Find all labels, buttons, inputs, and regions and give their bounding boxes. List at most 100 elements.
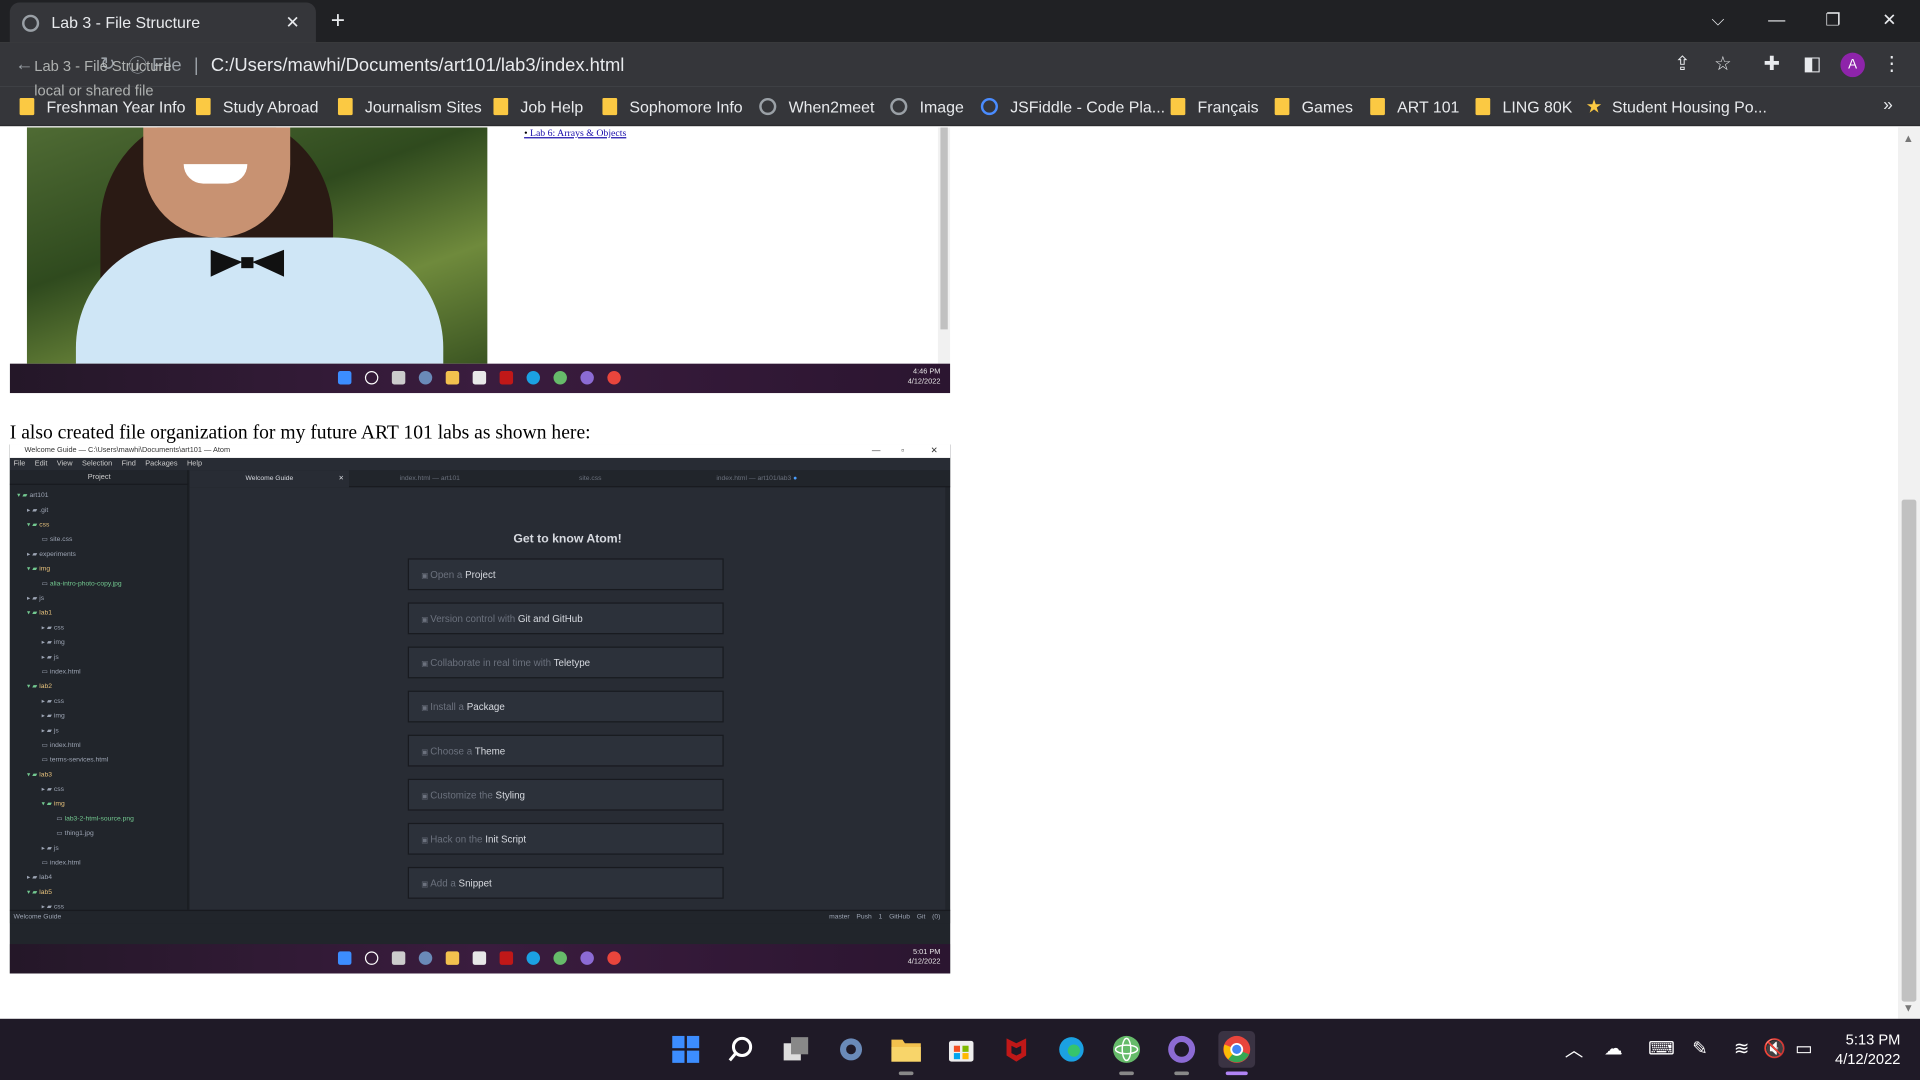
file-explorer-icon[interactable]	[888, 1031, 925, 1076]
atom-welcome-heading: Get to know Atom!	[513, 532, 622, 547]
bookmark-item[interactable]: Job Help	[493, 94, 583, 118]
atom-guide-item: Choose a Theme	[407, 734, 724, 767]
profile-avatar[interactable]: A	[1840, 52, 1865, 78]
atom-tree-item: thing1.jpg	[56, 828, 94, 840]
bookmark-label: JSFiddle - Code Pla...	[1010, 97, 1166, 116]
bookmark-item[interactable]: Français	[1170, 94, 1259, 118]
atom-guide-text: Collaborate in real time with	[430, 657, 554, 669]
bookmark-star-icon[interactable]: ☆	[1711, 53, 1735, 77]
bowtie-icon	[210, 249, 285, 277]
tab-title: Lab 3 - File Structure	[51, 13, 201, 32]
bookmark-item[interactable]: When2meet	[759, 94, 874, 118]
atom-tree-item: terms-services.html	[42, 754, 109, 766]
github-desktop-icon	[580, 951, 594, 965]
mcafee-icon	[499, 371, 514, 385]
bookmark-label: Freshman Year Info	[46, 97, 186, 116]
browser-toolbar: ← ↻ ⓘ File | C:/Users/maw hi/Documents/ar…	[0, 42, 1920, 87]
reload-button[interactable]: ↻	[96, 53, 120, 77]
close-tab-icon[interactable]: ✕	[282, 12, 304, 34]
browser-tab[interactable]: Lab 3 - File Structure ✕	[9, 2, 316, 43]
atom-icon	[553, 951, 567, 965]
bookmark-item[interactable]: ART 101	[1370, 94, 1459, 118]
bookmark-item[interactable]: Study Abroad	[195, 94, 318, 118]
atom-tree-item: img	[42, 798, 65, 810]
folder-icon	[1370, 97, 1385, 116]
minimize-button[interactable]: —	[1749, 0, 1805, 39]
keyboard-icon[interactable]: ⌨	[1648, 1037, 1675, 1059]
mini-clock: 4:46 PM 4/12/2022	[908, 367, 941, 387]
chrome-icon[interactable]	[1218, 1031, 1256, 1076]
mcafee-icon[interactable]	[998, 1031, 1035, 1068]
side-panel-icon[interactable]: ◧	[1800, 53, 1824, 77]
settings-icon[interactable]	[833, 1031, 870, 1068]
atom-menu-selection: Selection	[81, 460, 113, 468]
atom-tree-item: lab1	[27, 607, 52, 619]
github-desktop-icon[interactable]	[1163, 1031, 1200, 1076]
close-window-button[interactable]: ✕	[1861, 0, 1917, 39]
bookmark-item[interactable]: Games	[1274, 94, 1353, 118]
scrollbar-thumb[interactable]	[1901, 499, 1917, 1002]
bookmark-item[interactable]: LING 80K	[1475, 94, 1572, 118]
bookmarks-overflow-icon[interactable]: »	[1883, 94, 1893, 114]
atom-guide-text: Install a	[430, 701, 467, 713]
bookmark-item[interactable]: Journalism Sites	[337, 94, 482, 118]
atom-tree-item: js	[42, 651, 59, 663]
atom-tree-item: lab3	[27, 769, 52, 781]
atom-icon[interactable]	[1108, 1031, 1145, 1076]
edge-icon[interactable]	[1053, 1031, 1090, 1068]
atom-close-icon: ✕	[930, 446, 938, 456]
search-icon[interactable]	[722, 1031, 759, 1068]
microsoft-store-icon[interactable]	[943, 1031, 980, 1068]
atom-tree-item: index.html	[42, 857, 81, 869]
extensions-icon[interactable]: ✚	[1760, 53, 1784, 77]
task-view-icon[interactable]	[778, 1031, 815, 1068]
bookmark-item[interactable]: Sophomore Info	[602, 94, 743, 118]
atom-tree-item: site.css	[42, 534, 72, 546]
bookmark-label: Job Help	[520, 97, 584, 116]
clock-date: 4/12/2022	[1835, 1050, 1901, 1068]
photo-smile	[183, 164, 248, 184]
page-scrollbar[interactable]: ▲ ▼	[1897, 127, 1920, 1019]
bookmark-item[interactable]: Freshman Year Info	[19, 94, 186, 118]
chrome-icon	[607, 951, 621, 965]
scroll-down-arrow-icon[interactable]: ▼	[1903, 1002, 1914, 1014]
restore-button[interactable]: ❐	[1805, 0, 1861, 39]
battery-icon[interactable]: ▭	[1795, 1037, 1812, 1059]
globe-icon	[890, 97, 908, 116]
bookmark-item[interactable]: JSFiddle - Code Pla...	[980, 94, 1166, 118]
lab6-link[interactable]: Lab 6: Arrays & Objects	[524, 127, 626, 138]
address-bar[interactable]: ⓘ File | C:/Users/maw hi/Documents/art101…	[129, 47, 1748, 84]
show-hidden-icons-chevron-icon[interactable]: ︿	[1565, 1037, 1583, 1063]
address-scheme: File	[152, 54, 182, 76]
atom-tab-welcome-guide: Welcome Guide ✕	[189, 470, 349, 488]
mini-date: 4/12/2022	[907, 378, 941, 386]
windows-start-icon	[337, 371, 352, 385]
volume-muted-icon[interactable]: 🔇	[1763, 1037, 1786, 1059]
atom-menu-packages: Packages	[145, 460, 178, 468]
new-tab-button[interactable]: +	[326, 7, 350, 34]
running-indicator	[1225, 1071, 1248, 1076]
task-view-icon	[391, 371, 406, 385]
menu-kebab-icon[interactable]: ⋮	[1880, 53, 1904, 77]
atom-menu-edit: Edit	[34, 460, 48, 468]
atom-tab-index-html: index.html — art101	[350, 470, 509, 487]
site-info-icon[interactable]: ⓘ	[129, 52, 152, 78]
scroll-up-arrow-icon[interactable]: ▲	[1903, 132, 1914, 144]
tab-search-chevron-icon[interactable]: ⌵	[1690, 0, 1746, 39]
atom-tree-item: img	[42, 637, 65, 649]
folder-icon	[337, 97, 353, 116]
onedrive-cloud-icon[interactable]: ☁	[1604, 1037, 1622, 1059]
inner-scrollbar	[937, 127, 951, 364]
wifi-icon[interactable]: ≋	[1734, 1037, 1749, 1059]
taskbar-clock[interactable]: 5:13 PM 4/12/2022	[1820, 1030, 1901, 1069]
atom-guide-strong: Snippet	[458, 877, 492, 889]
atom-tab-label: site.css	[578, 475, 602, 483]
bookmark-item[interactable]: Image	[890, 94, 964, 118]
bookmark-item[interactable]: ★ Student Housing Po...	[1586, 94, 1767, 118]
share-icon[interactable]: ⇪	[1670, 53, 1694, 77]
pen-icon[interactable]: ✎	[1692, 1037, 1707, 1059]
folder-icon	[1475, 97, 1491, 116]
github-desktop-icon	[580, 371, 594, 385]
back-button[interactable]: ←	[12, 53, 36, 77]
windows-start-icon[interactable]	[667, 1031, 704, 1068]
